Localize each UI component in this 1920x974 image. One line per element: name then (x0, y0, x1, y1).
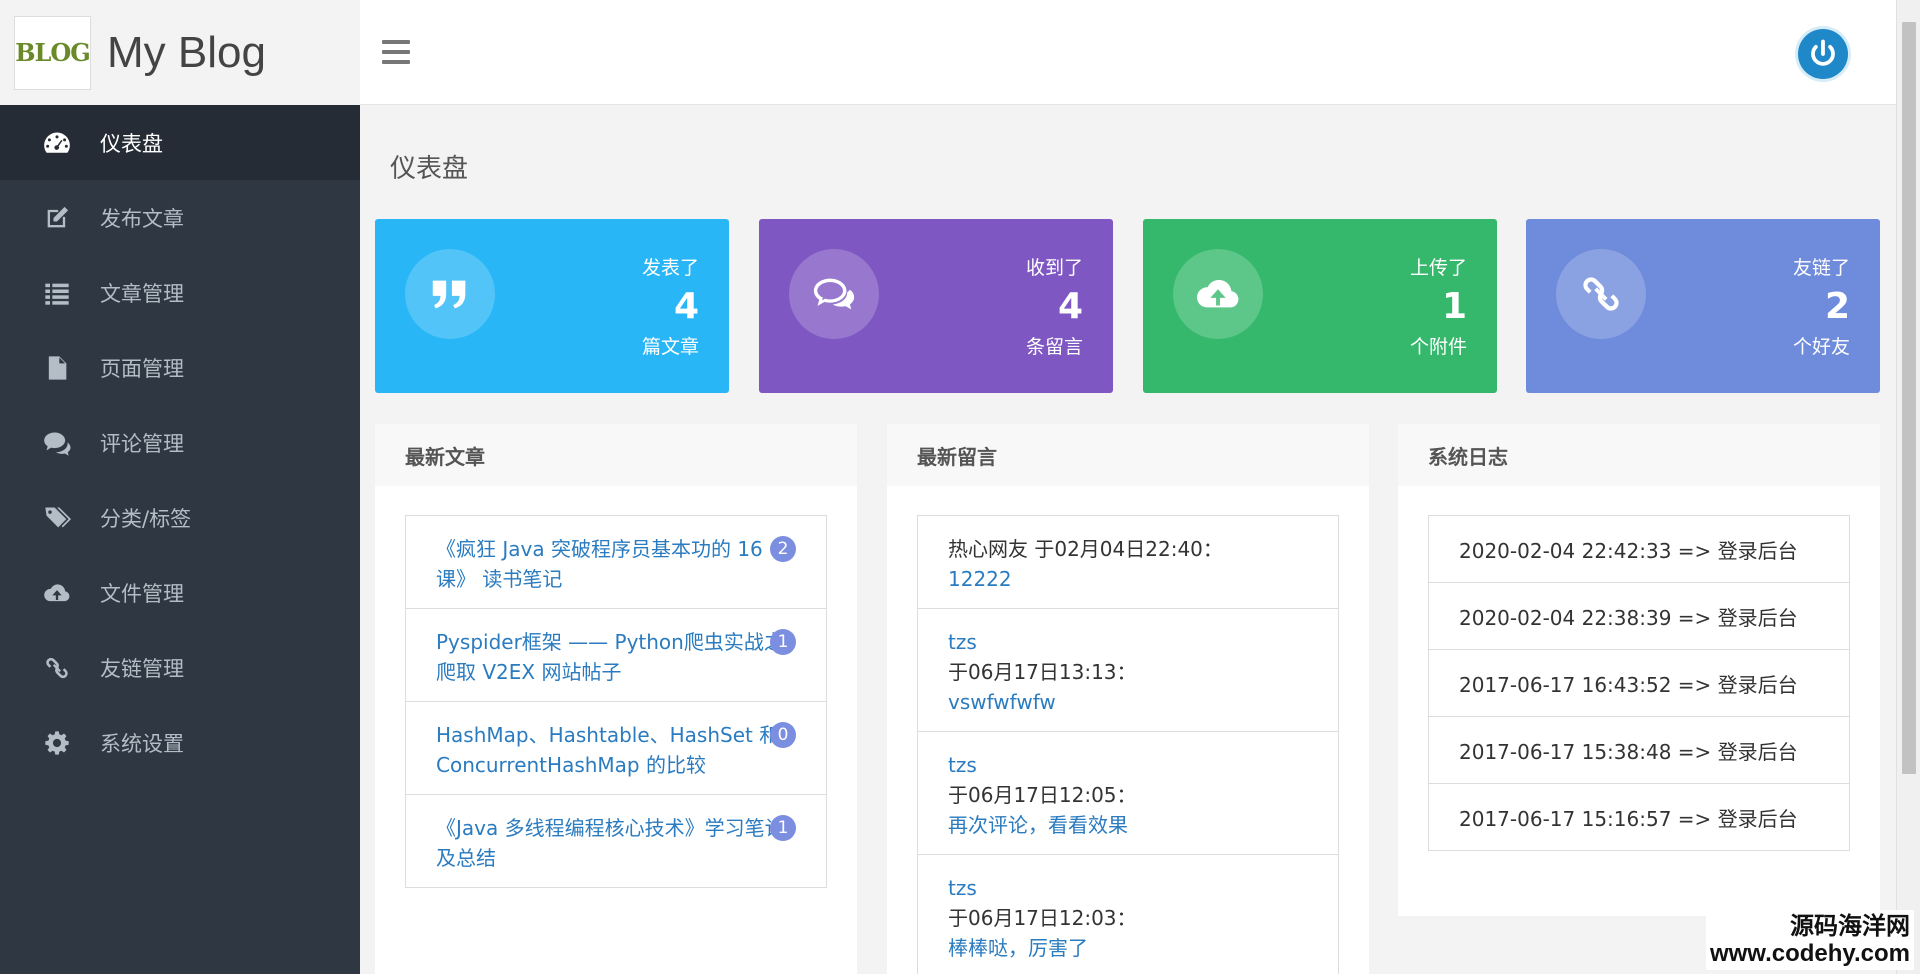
page-scrollbar[interactable] (1896, 0, 1920, 974)
watermark: 源码海洋网 www.codehy.com (1705, 910, 1914, 970)
sidebar: 仪表盘 发布文章 文章管理 页面管理 评论管理 分类/标签 文件管理 友链管理 … (0, 105, 360, 974)
system-log-panel: 系统日志 2020-02-04 22:42:33 => 登录后台 2020-02… (1398, 424, 1880, 916)
comment-item[interactable]: tzs 于06月17日13:13： vswfwfwfw (917, 608, 1339, 732)
article-item[interactable]: 《Java 多线程编程核心技术》学习笔记及总结 1 (405, 794, 827, 888)
comment-item[interactable]: tzs 于06月17日12:05： 再次评论，看看效果 (917, 731, 1339, 855)
latest-articles-panel: 最新文章 《疯狂 Java 突破程序员基本功的 16 课》 读书笔记 2 Pys… (375, 424, 857, 974)
gear-icon (42, 728, 72, 758)
sidebar-item-comments[interactable]: 评论管理 (0, 405, 360, 480)
sidebar-item-links[interactable]: 友链管理 (0, 630, 360, 705)
stat-label-bottom: 篇文章 (641, 336, 699, 358)
comment-content-link[interactable]: vswfwfwfw (948, 690, 1056, 714)
comment-time: 于02月04日22:40： (1034, 537, 1223, 561)
comment-count-badge: 1 (770, 815, 796, 841)
sidebar-item-label: 系统设置 (100, 731, 184, 756)
stat-value: 2 (1824, 286, 1850, 327)
article-item[interactable]: Pyspider框架 —— Python爬虫实战之爬取 V2EX 网站帖子 1 (405, 608, 827, 702)
edit-icon (42, 203, 72, 233)
dashboard-icon (42, 128, 72, 158)
quote-icon (405, 249, 495, 339)
stat-label-top: 发表了 (641, 257, 699, 279)
link-icon (1556, 249, 1646, 339)
stat-label-top: 上传了 (1409, 257, 1467, 279)
brand: BLOG My Blog (0, 0, 360, 105)
comment-time: 于06月17日12:05： (948, 783, 1137, 807)
article-title-link[interactable]: HashMap、Hashtable、HashSet 和 ConcurrentHa… (436, 723, 779, 777)
comment-count-badge: 1 (770, 629, 796, 655)
tags-icon (42, 503, 72, 533)
comment-time: 于06月17日13:13： (948, 660, 1137, 684)
sidebar-item-files[interactable]: 文件管理 (0, 555, 360, 630)
file-icon (42, 353, 72, 383)
watermark-line2: www.codehy.com (1709, 940, 1910, 967)
comment-content-link[interactable]: 再次评论，看看效果 (948, 813, 1128, 837)
logout-power-icon[interactable] (1798, 29, 1848, 79)
sidebar-item-pages[interactable]: 页面管理 (0, 330, 360, 405)
comments-icon (42, 428, 72, 458)
comment-count-badge: 2 (770, 536, 796, 562)
stat-label-bottom: 条留言 (1025, 336, 1083, 358)
comment-author: 热心网友 (948, 537, 1028, 561)
article-item[interactable]: HashMap、Hashtable、HashSet 和 ConcurrentHa… (405, 701, 827, 795)
comment-author-link[interactable]: tzs (948, 876, 977, 900)
log-entry: 2017-06-17 15:38:48 => 登录后台 (1428, 716, 1850, 784)
comment-item[interactable]: 热心网友 于02月04日22:40： 12222 (917, 515, 1339, 609)
sidebar-item-label: 分类/标签 (100, 506, 192, 531)
log-entry: 2020-02-04 22:38:39 => 登录后台 (1428, 582, 1850, 650)
panel-title: 最新留言 (887, 424, 1369, 486)
watermark-line1: 源码海洋网 (1790, 912, 1910, 940)
sidebar-item-settings[interactable]: 系统设置 (0, 705, 360, 780)
stat-card-uploads[interactable]: 上传了 1 个附件 (1143, 219, 1497, 393)
stat-value: 4 (673, 286, 699, 327)
log-entry: 2017-06-17 15:16:57 => 登录后台 (1428, 783, 1850, 851)
article-title-link[interactable]: 《Java 多线程编程核心技术》学习笔记及总结 (436, 816, 785, 870)
sidebar-item-label: 页面管理 (100, 356, 184, 381)
stat-card-comments[interactable]: 收到了 4 条留言 (759, 219, 1113, 393)
comment-time: 于06月17日12:03： (948, 906, 1137, 930)
stat-label-top: 收到了 (1025, 257, 1083, 279)
stat-label-bottom: 个附件 (1409, 336, 1467, 358)
top-header (360, 0, 1896, 105)
stat-card-articles[interactable]: 发表了 4 篇文章 (375, 219, 729, 393)
log-entry: 2017-06-17 16:43:52 => 登录后台 (1428, 649, 1850, 717)
sidebar-item-dashboard[interactable]: 仪表盘 (0, 105, 360, 180)
sidebar-item-label: 评论管理 (100, 431, 184, 456)
cloud-upload-icon (42, 578, 72, 608)
sidebar-item-label: 仪表盘 (100, 131, 163, 156)
comment-content-link[interactable]: 棒棒哒，厉害了 (948, 936, 1088, 960)
menu-toggle-icon[interactable] (382, 40, 410, 64)
stat-label-bottom: 个好友 (1792, 336, 1850, 358)
comments-icon (789, 249, 879, 339)
sidebar-item-publish[interactable]: 发布文章 (0, 180, 360, 255)
scrollbar-thumb[interactable] (1902, 22, 1916, 774)
stat-label-top: 友链了 (1792, 257, 1850, 279)
article-item[interactable]: 《疯狂 Java 突破程序员基本功的 16 课》 读书笔记 2 (405, 515, 827, 609)
sidebar-item-label: 友链管理 (100, 656, 184, 681)
list-icon (42, 278, 72, 308)
latest-comments-panel: 最新留言 热心网友 于02月04日22:40： 12222 tzs 于06月17… (887, 424, 1369, 974)
stat-value: 1 (1441, 286, 1467, 327)
site-title[interactable]: My Blog (107, 28, 266, 78)
comment-author-link[interactable]: tzs (948, 753, 977, 777)
comment-author-link[interactable]: tzs (948, 630, 977, 654)
stat-card-links[interactable]: 友链了 2 个好友 (1526, 219, 1880, 393)
comment-count-badge: 0 (770, 722, 796, 748)
cloud-upload-icon (1173, 249, 1263, 339)
blog-logo[interactable]: BLOG (14, 15, 91, 90)
link-icon (42, 653, 72, 683)
sidebar-item-label: 文件管理 (100, 581, 184, 606)
article-title-link[interactable]: 《疯狂 Java 突破程序员基本功的 16 课》 读书笔记 (436, 537, 763, 591)
stat-value: 4 (1057, 286, 1083, 327)
panel-title: 最新文章 (375, 424, 857, 486)
page-title: 仪表盘 (390, 154, 469, 184)
log-entry: 2020-02-04 22:42:33 => 登录后台 (1428, 515, 1850, 583)
sidebar-item-categories[interactable]: 分类/标签 (0, 480, 360, 555)
sidebar-item-articles[interactable]: 文章管理 (0, 255, 360, 330)
comment-item[interactable]: tzs 于06月17日12:03： 棒棒哒，厉害了 (917, 854, 1339, 974)
sidebar-item-label: 文章管理 (100, 281, 184, 306)
sidebar-item-label: 发布文章 (100, 206, 184, 231)
comment-content-link[interactable]: 12222 (948, 567, 1012, 591)
article-title-link[interactable]: Pyspider框架 —— Python爬虫实战之爬取 V2EX 网站帖子 (436, 630, 784, 684)
panel-title: 系统日志 (1398, 424, 1880, 486)
